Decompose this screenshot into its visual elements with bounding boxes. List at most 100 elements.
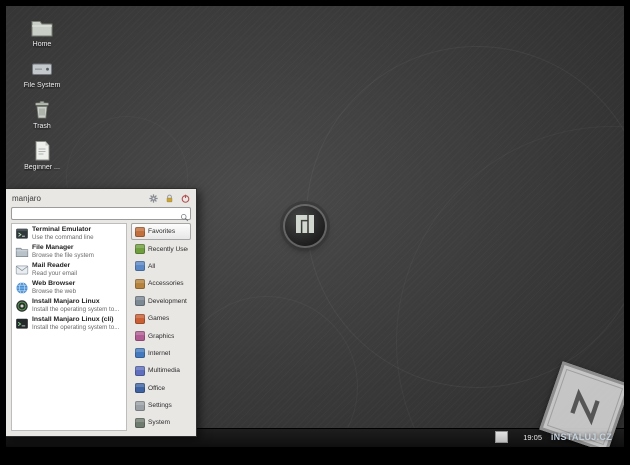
- category-recently-used[interactable]: Recently Used: [131, 240, 191, 257]
- application-list: Terminal Emulator Use the command line F…: [11, 223, 127, 431]
- multimedia-icon: [135, 365, 145, 376]
- app-item-mail-reader[interactable]: Mail Reader Read your email: [12, 260, 126, 278]
- desktop-icon-label: Beginner ...: [24, 164, 60, 171]
- desktop-wallpaper[interactable]: Home File System Trash Beginner ... manj…: [6, 6, 624, 447]
- log-out-icon[interactable]: [179, 192, 191, 204]
- app-title: Terminal Emulator: [32, 226, 92, 233]
- app-description: Browse the web: [32, 288, 77, 295]
- category-label: Office: [148, 384, 166, 392]
- desktop-icon-label: File System: [23, 82, 61, 89]
- desktop-icon-home[interactable]: Home: [12, 16, 72, 48]
- watermark-text: iNSTALUJ.CZ: [550, 432, 612, 442]
- mail-icon: [15, 263, 29, 277]
- accessories-icon: [135, 278, 145, 289]
- file-manager-icon: [15, 245, 29, 259]
- app-description: Browse the file system: [32, 252, 94, 259]
- development-icon: [135, 296, 145, 307]
- desktop-icon-column: Home File System Trash Beginner ...: [12, 16, 72, 171]
- category-label: Graphics: [148, 332, 175, 340]
- category-development[interactable]: Development: [131, 293, 191, 310]
- app-title: Mail Reader: [32, 262, 71, 269]
- category-label: Development: [148, 297, 187, 305]
- category-system[interactable]: System: [131, 414, 191, 431]
- home-folder-icon: [30, 16, 54, 40]
- app-item-text: Install Manjaro Linux Install the operat…: [32, 298, 119, 313]
- file-system-icon: [30, 57, 54, 81]
- menu-header: manjaro: [6, 189, 196, 205]
- favorites-icon: [135, 226, 145, 237]
- manjaro-logo-icon: [296, 214, 314, 238]
- category-list: Favorites Recently Used All Accessories …: [131, 223, 191, 431]
- office-icon: [135, 383, 145, 394]
- category-settings[interactable]: Settings: [131, 397, 191, 414]
- category-label: Recently Used: [148, 245, 188, 253]
- clock[interactable]: 19:05: [523, 433, 542, 442]
- category-accessories[interactable]: Accessories: [131, 275, 191, 292]
- install-cli-icon: [15, 317, 29, 331]
- app-item-install-manjaro[interactable]: Install Manjaro Linux Install the operat…: [12, 296, 126, 314]
- category-label: Settings: [148, 402, 172, 410]
- app-title: Web Browser: [32, 280, 76, 287]
- category-label: Internet: [148, 349, 171, 357]
- username-label: manjaro: [12, 193, 41, 203]
- watermark-logo-icon: [570, 388, 600, 426]
- settings-icon: [135, 400, 145, 411]
- app-description: Install the operating system to...: [32, 306, 120, 313]
- category-label: System: [148, 419, 170, 427]
- terminal-icon: [15, 227, 29, 241]
- category-label: All: [148, 262, 156, 270]
- web-browser-icon: [15, 281, 29, 295]
- app-item-text: Web Browser Browse the web: [32, 280, 76, 295]
- desktop-icon-trash[interactable]: Trash: [12, 98, 72, 130]
- manjaro-emblem: [285, 206, 325, 246]
- desktop-icon-file-system[interactable]: File System: [12, 57, 72, 89]
- app-item-web-browser[interactable]: Web Browser Browse the web: [12, 278, 126, 296]
- trash-icon: [30, 98, 54, 122]
- beginners-guide-icon: [30, 139, 54, 163]
- desktop-icon-label: Home: [32, 41, 52, 48]
- app-title: File Manager: [32, 244, 74, 251]
- category-graphics[interactable]: Graphics: [131, 327, 191, 344]
- app-item-text: Install Manjaro Linux (cli) Install the …: [32, 316, 119, 331]
- app-description: Read your email: [32, 270, 78, 277]
- category-multimedia[interactable]: Multimedia: [131, 362, 191, 379]
- graphics-icon: [135, 331, 145, 342]
- app-title: Install Manjaro Linux: [32, 298, 100, 305]
- app-item-text: Terminal Emulator Use the command line: [32, 226, 94, 241]
- category-office[interactable]: Office: [131, 380, 191, 397]
- desktop-icon-beginners-guide[interactable]: Beginner ...: [12, 139, 72, 171]
- menu-body: Terminal Emulator Use the command line F…: [6, 223, 196, 436]
- install-disc-icon: [15, 299, 29, 313]
- app-title: Install Manjaro Linux (cli): [32, 316, 114, 323]
- desktop-icon-label: Trash: [33, 123, 51, 130]
- app-item-terminal-emulator[interactable]: Terminal Emulator Use the command line: [12, 224, 126, 242]
- category-label: Favorites: [148, 228, 176, 236]
- app-item-text: File Manager Browse the file system: [32, 244, 94, 259]
- category-internet[interactable]: Internet: [131, 345, 191, 362]
- category-label: Accessories: [148, 280, 184, 288]
- search-icon: [180, 209, 189, 222]
- all-applications-icon: [135, 261, 145, 272]
- app-item-text: Mail Reader Read your email: [32, 262, 77, 277]
- category-label: Games: [148, 315, 170, 323]
- search-input[interactable]: [11, 207, 191, 220]
- internet-icon: [135, 348, 145, 359]
- menu-header-actions: [147, 192, 191, 204]
- app-item-install-manjaro-cli[interactable]: Install Manjaro Linux (cli) Install the …: [12, 314, 126, 332]
- wallpaper-swirl: [176, 296, 358, 447]
- category-games[interactable]: Games: [131, 310, 191, 327]
- app-description: Use the command line: [32, 234, 94, 241]
- settings-manager-icon[interactable]: [147, 192, 159, 204]
- lock-screen-icon[interactable]: [163, 192, 175, 204]
- category-label: Multimedia: [148, 367, 180, 375]
- app-item-file-manager[interactable]: File Manager Browse the file system: [12, 242, 126, 260]
- whisker-menu: manjaro Terminal Emulator Use the comman…: [6, 188, 197, 437]
- recently-used-icon: [135, 244, 145, 255]
- tray-window-icon[interactable]: [495, 431, 508, 443]
- system-icon: [135, 417, 145, 428]
- category-all[interactable]: All: [131, 258, 191, 275]
- games-icon: [135, 313, 145, 324]
- app-description: Install the operating system to...: [32, 324, 120, 331]
- menu-search: [11, 207, 191, 222]
- category-favorites[interactable]: Favorites: [131, 223, 191, 241]
